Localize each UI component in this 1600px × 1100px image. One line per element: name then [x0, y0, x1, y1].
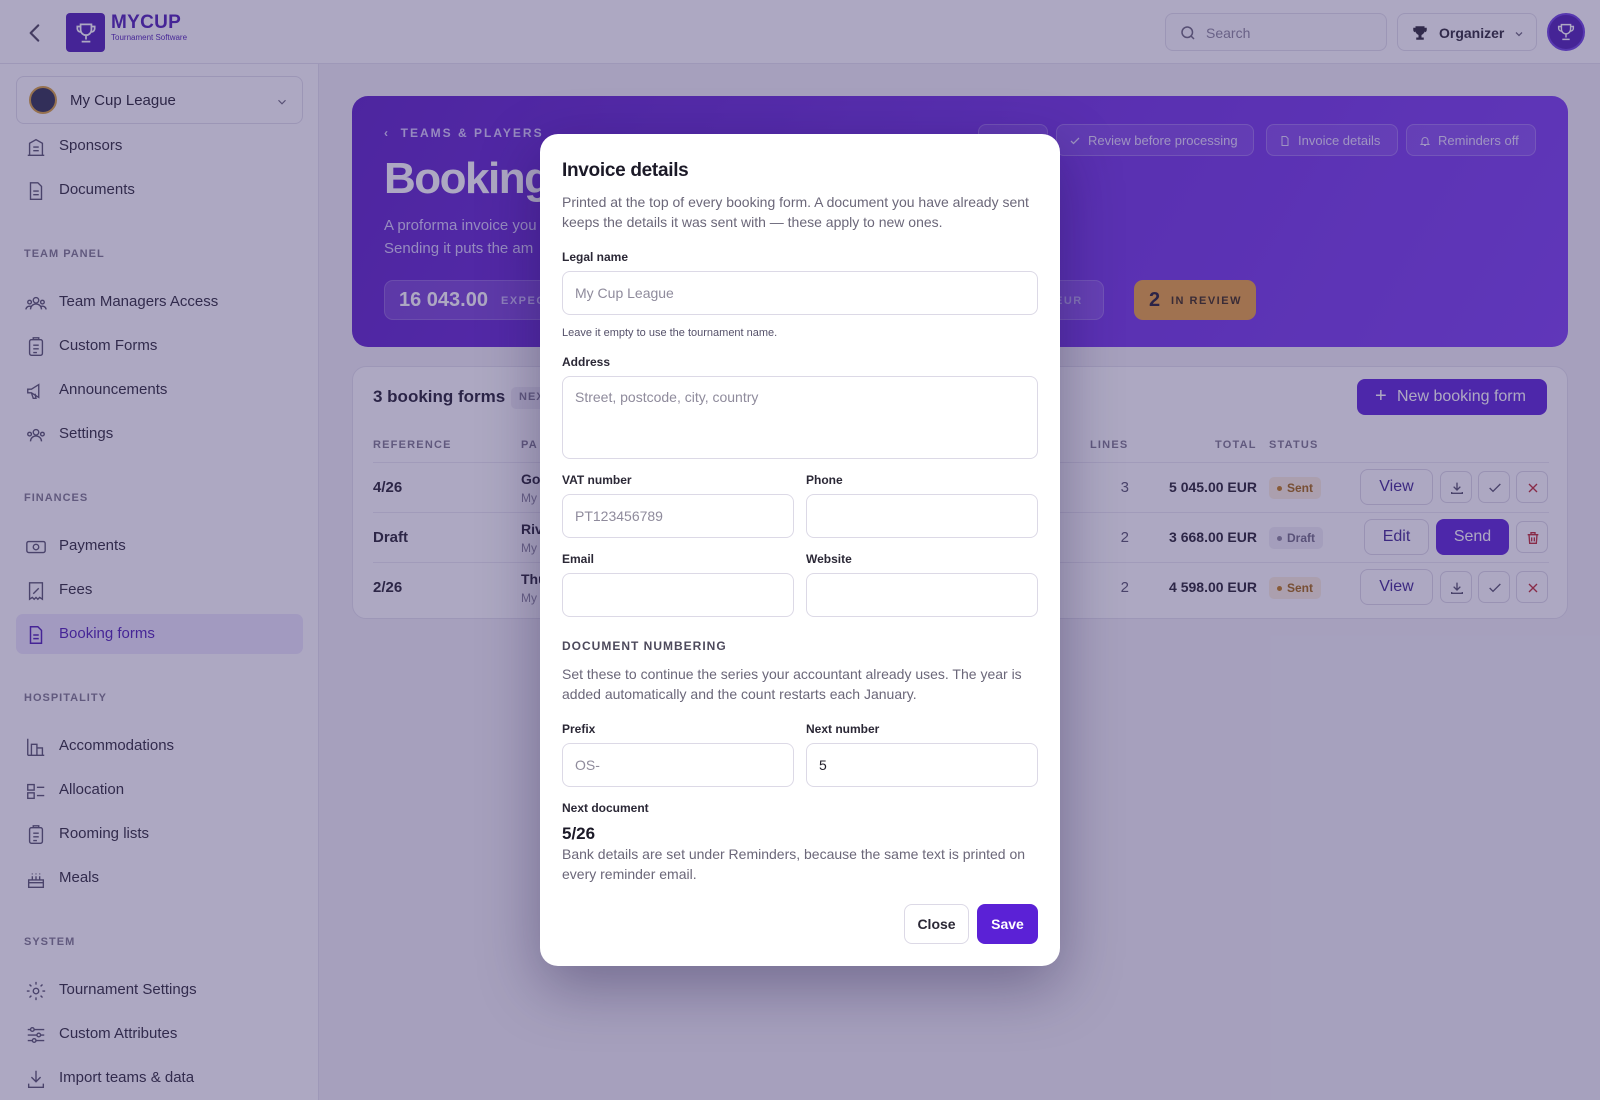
email-input[interactable] — [562, 573, 794, 617]
next-number-label: Next number — [806, 722, 880, 736]
modal-title: Invoice details — [562, 160, 689, 181]
phone-input[interactable] — [806, 494, 1038, 538]
legal-name-label: Legal name — [562, 250, 629, 264]
address-label: Address — [562, 355, 611, 369]
legal-name-hint: Leave it empty to use the tournament nam… — [562, 327, 778, 339]
address-textarea[interactable] — [562, 376, 1038, 459]
numbering-description: Set these to continue the series your ac… — [562, 666, 1022, 702]
next-document-label: Next document — [562, 801, 649, 815]
vat-number-label: VAT number — [562, 473, 632, 487]
phone-label: Phone — [806, 473, 843, 487]
website-input[interactable] — [806, 573, 1038, 617]
legal-name-input[interactable] — [562, 271, 1038, 315]
document-numbering-heading: DOCUMENT NUMBERING — [562, 639, 727, 653]
email-label: Email — [562, 552, 595, 566]
save-button[interactable]: Save — [977, 904, 1038, 944]
prefix-input[interactable] — [562, 743, 794, 787]
vat-number-input[interactable] — [562, 494, 794, 538]
close-button[interactable]: Close — [904, 904, 969, 944]
invoice-details-modal: Invoice details Printed at the top of ev… — [540, 134, 1060, 966]
website-label: Website — [806, 552, 852, 566]
next-number-input[interactable] — [806, 743, 1038, 787]
prefix-label: Prefix — [562, 722, 596, 736]
bank-details-note: Bank details are set under Reminders, be… — [562, 846, 1026, 882]
modal-description: Printed at the top of every booking form… — [562, 194, 1029, 230]
next-document-value: 5/26 — [562, 824, 596, 843]
